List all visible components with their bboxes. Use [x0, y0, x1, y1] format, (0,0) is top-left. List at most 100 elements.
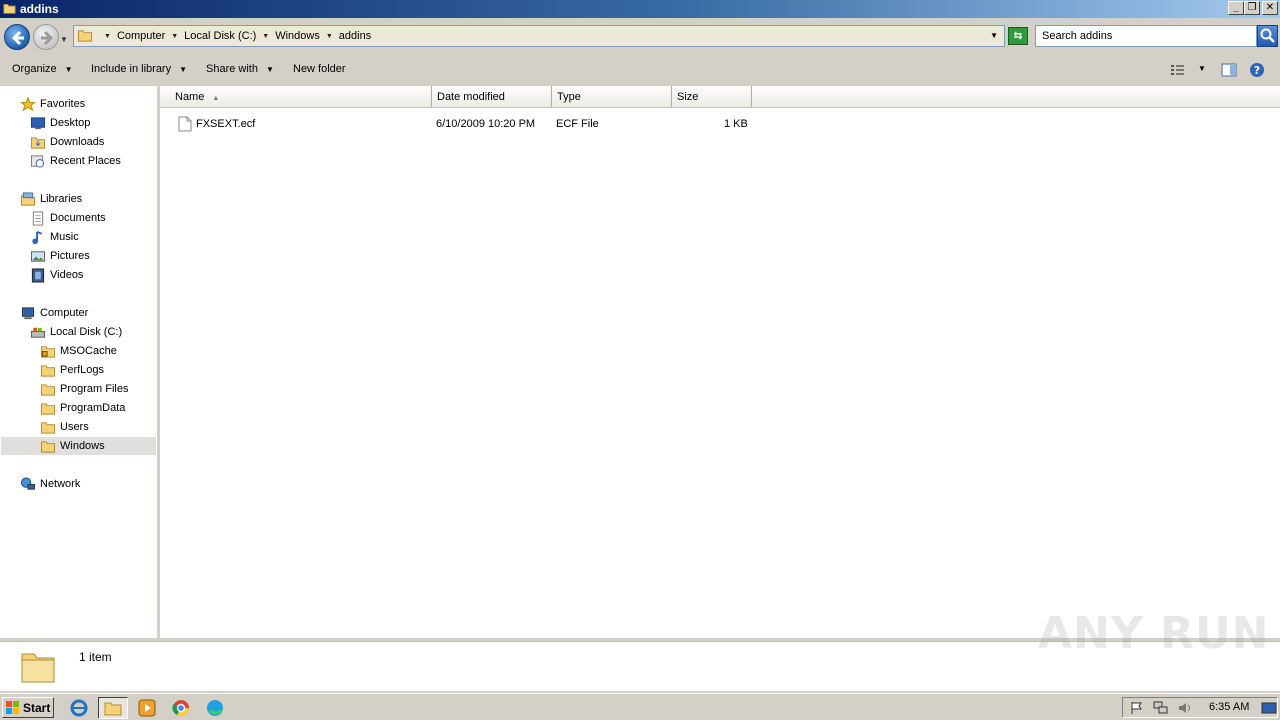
nav-msocache[interactable]: MSOCache — [40, 342, 117, 360]
media-player-icon[interactable] — [137, 698, 157, 718]
internet-explorer-icon[interactable] — [69, 698, 89, 718]
nav-windows[interactable]: Windows — [1, 437, 156, 455]
column-header-name[interactable]: Name ▲ — [160, 86, 432, 108]
address-history-dropdown[interactable]: ▼ — [990, 31, 998, 40]
title-bar: addins _ ❐ ✕ — [0, 0, 1280, 18]
breadcrumb: ▼ Computer ▼ Local Disk (C:) ▼ Windows ▼… — [98, 30, 371, 42]
clock[interactable]: 6:35 AM — [1209, 701, 1249, 713]
view-dropdown[interactable]: ▼ — [1198, 64, 1206, 80]
nav-label: ProgramData — [60, 402, 126, 414]
pictures-icon — [30, 250, 46, 262]
network-icon — [20, 476, 36, 490]
nav-users[interactable]: Users — [40, 418, 89, 436]
nav-downloads[interactable]: Downloads — [30, 133, 104, 151]
breadcrumb-addins[interactable]: addins — [339, 30, 371, 42]
hard-drive-icon — [30, 327, 46, 338]
computer-icon — [21, 306, 35, 319]
nav-label: Documents — [50, 212, 106, 224]
nav-pictures[interactable]: Pictures — [30, 247, 90, 265]
column-header-date[interactable]: Date modified — [432, 86, 552, 108]
chevron-down-icon[interactable]: ▼ — [262, 33, 269, 40]
nav-label: Program Files — [60, 383, 129, 395]
nav-videos[interactable]: Videos — [30, 266, 83, 284]
back-button[interactable] — [4, 24, 30, 50]
help-icon[interactable]: ? — [1249, 62, 1265, 78]
breadcrumb-windows[interactable]: Windows — [275, 30, 320, 42]
nav-documents[interactable]: Documents — [30, 209, 106, 227]
column-header-type[interactable]: Type — [552, 86, 672, 108]
chevron-down-icon[interactable]: ▼ — [104, 33, 111, 40]
forward-button[interactable] — [33, 24, 59, 50]
nav-network[interactable]: Network — [20, 475, 80, 493]
show-desktop-icon[interactable] — [1261, 701, 1277, 715]
nav-libraries[interactable]: Libraries — [20, 190, 82, 208]
file-size: 1 KB — [724, 118, 748, 130]
start-label: Start — [23, 701, 51, 715]
folder-icon — [40, 402, 56, 415]
folder-icon — [104, 702, 122, 716]
chrome-icon[interactable] — [171, 698, 191, 718]
organize-button[interactable]: Organize ▼ — [12, 63, 73, 75]
nav-desktop[interactable]: Desktop — [30, 114, 90, 132]
chevron-down-icon[interactable]: ▼ — [326, 33, 333, 40]
include-in-library-button[interactable]: Include in library ▼ — [91, 63, 187, 75]
breadcrumb-local-disk[interactable]: Local Disk (C:) — [184, 30, 256, 42]
recent-pages-dropdown[interactable]: ▼ — [60, 35, 68, 44]
minimize-button[interactable]: _ — [1228, 1, 1244, 15]
nav-label: Network — [40, 478, 81, 490]
volume-icon[interactable] — [1177, 701, 1193, 715]
search-input[interactable]: Search addins — [1035, 25, 1257, 47]
nav-programdata[interactable]: ProgramData — [40, 399, 125, 417]
nav-label: Windows — [60, 440, 105, 452]
nav-program-files[interactable]: Program Files — [40, 380, 128, 398]
navigation-pane: Favorites Desktop Downloads Recent Place… — [0, 86, 157, 638]
nav-label: Videos — [50, 269, 84, 281]
refresh-button[interactable]: ⇆ — [1008, 27, 1028, 45]
chevron-down-icon[interactable]: ▼ — [171, 33, 178, 40]
network-status-icon[interactable] — [1153, 701, 1169, 715]
include-in-library-label: Include in library — [91, 63, 172, 75]
folder-icon — [40, 440, 56, 453]
view-options-icon[interactable] — [1170, 62, 1186, 78]
downloads-folder-icon — [30, 136, 46, 149]
nav-music[interactable]: Music — [30, 228, 79, 246]
share-with-label: Share with — [206, 63, 258, 75]
column-header-size[interactable]: Size — [672, 86, 752, 108]
desktop-icon — [30, 116, 46, 129]
breadcrumb-computer[interactable]: Computer — [117, 30, 165, 42]
start-button[interactable]: Start — [2, 697, 54, 718]
nav-computer[interactable]: Computer — [20, 304, 88, 322]
nav-favorites[interactable]: Favorites — [20, 95, 85, 113]
search-button[interactable] — [1257, 25, 1278, 47]
column-label: Name — [175, 91, 205, 103]
nav-label: Desktop — [50, 117, 91, 129]
folder-icon — [3, 4, 16, 14]
file-explorer-taskbar-button[interactable] — [98, 697, 128, 719]
new-folder-button[interactable]: New folder — [293, 63, 346, 75]
taskbar: Start 6:35 AM — [0, 693, 1280, 720]
star-icon — [20, 96, 36, 111]
nav-local-disk[interactable]: Local Disk (C:) — [30, 323, 122, 341]
file-date: 6/10/2009 10:20 PM — [436, 118, 536, 130]
folder-icon — [77, 30, 93, 42]
share-with-button[interactable]: Share with ▼ — [206, 63, 274, 75]
back-arrow-icon — [11, 30, 24, 46]
videos-icon — [31, 267, 45, 283]
action-center-flag-icon[interactable] — [1129, 701, 1145, 715]
nav-label: Libraries — [40, 193, 83, 205]
close-button[interactable]: ✕ — [1262, 1, 1278, 15]
locked-folder-icon — [40, 345, 56, 358]
nav-recent-places[interactable]: Recent Places — [30, 152, 121, 170]
forward-arrow-icon — [41, 30, 54, 46]
column-label: Type — [557, 91, 581, 103]
nav-label: Music — [50, 231, 79, 243]
address-bar[interactable]: ▼ Computer ▼ Local Disk (C:) ▼ Windows ▼… — [73, 25, 1005, 47]
folder-icon — [40, 383, 56, 396]
restore-button[interactable]: ❐ — [1244, 1, 1260, 15]
column-label: Date modified — [437, 91, 505, 103]
nav-label: Local Disk (C:) — [50, 326, 123, 338]
nav-perflogs[interactable]: PerfLogs — [40, 361, 104, 379]
chevron-down-icon: ▼ — [64, 65, 73, 74]
preview-pane-icon[interactable] — [1221, 62, 1237, 78]
edge-icon[interactable] — [205, 698, 225, 718]
